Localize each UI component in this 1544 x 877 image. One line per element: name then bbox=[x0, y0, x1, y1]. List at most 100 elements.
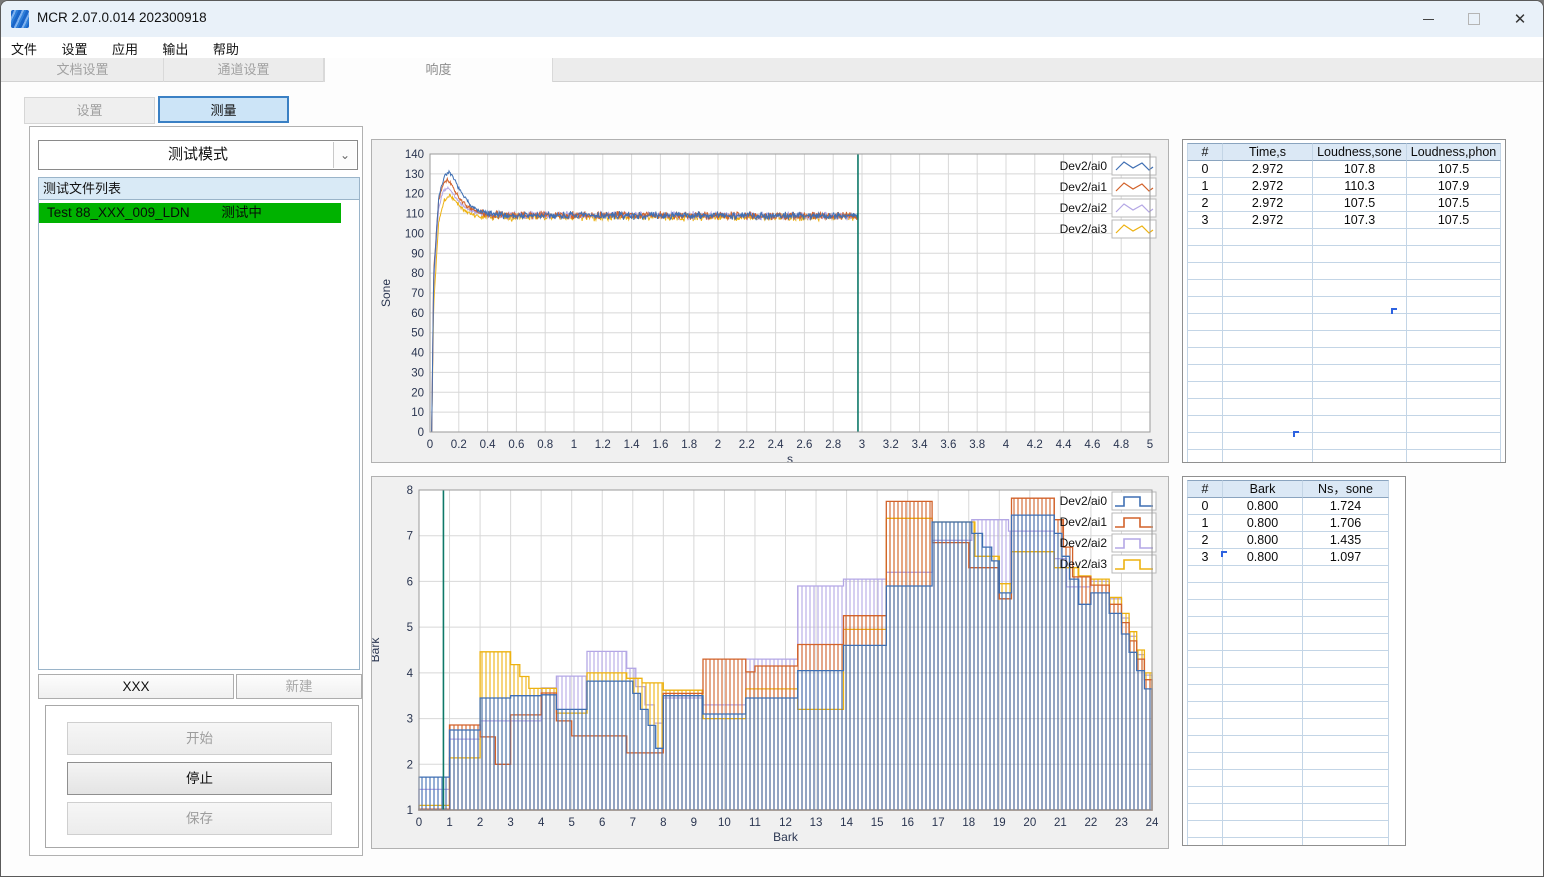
table-row-empty[interactable] bbox=[1187, 753, 1389, 770]
table-row-empty[interactable] bbox=[1187, 770, 1389, 787]
table-row[interactable]: 0 2.972 107.8 107.5 bbox=[1187, 161, 1501, 178]
menu-item-output[interactable]: 输出 bbox=[152, 37, 198, 60]
table-row-empty[interactable] bbox=[1187, 617, 1389, 634]
table-row-empty[interactable] bbox=[1187, 719, 1389, 736]
table-row-empty[interactable] bbox=[1187, 685, 1389, 702]
table-cell[interactable]: 0 bbox=[1187, 161, 1223, 178]
table-cell[interactable]: 107.5 bbox=[1407, 195, 1501, 212]
tab-channel-settings[interactable]: 通道设置 bbox=[164, 58, 324, 82]
table-cell[interactable]: 0.800 bbox=[1223, 515, 1303, 532]
table-row[interactable]: 3 0.800 1.097 bbox=[1187, 549, 1389, 566]
table-row[interactable]: 1 2.972 110.3 107.9 bbox=[1187, 178, 1501, 195]
table-cell[interactable]: 0 bbox=[1187, 498, 1223, 515]
table-cell[interactable]: 1.435 bbox=[1303, 532, 1389, 549]
table-row-empty[interactable] bbox=[1187, 382, 1501, 399]
table-cell[interactable]: 107.8 bbox=[1313, 161, 1407, 178]
menu-item-apply[interactable]: 应用 bbox=[102, 37, 148, 60]
table-row-empty[interactable] bbox=[1187, 246, 1501, 263]
table-cell[interactable]: 107.3 bbox=[1313, 212, 1407, 229]
table-row-empty[interactable] bbox=[1187, 229, 1501, 246]
close-button[interactable]: ✕ bbox=[1497, 1, 1543, 37]
table-row-empty[interactable] bbox=[1187, 668, 1389, 685]
table-row-empty[interactable] bbox=[1187, 416, 1501, 433]
table-cell[interactable]: 1.724 bbox=[1303, 498, 1389, 515]
table-row-empty[interactable] bbox=[1187, 263, 1501, 280]
table-cell[interactable]: 3 bbox=[1187, 549, 1223, 566]
table-row[interactable]: 2 0.800 1.435 bbox=[1187, 532, 1389, 549]
table-row-empty[interactable] bbox=[1187, 280, 1501, 297]
subtab-settings[interactable]: 设置 bbox=[24, 97, 155, 124]
svg-text:Dev2/ai1: Dev2/ai1 bbox=[1060, 515, 1108, 529]
loudness-time-chart[interactable]: 0 0.2 0.4 0.6 0.8 1 1.2 1.4 1.6 1.8 2 2.2 2.4 2.6 2.8 3… bbox=[372, 140, 1168, 466]
table-cell[interactable]: 107.5 bbox=[1313, 195, 1407, 212]
menu-item-help[interactable]: 帮助 bbox=[203, 37, 249, 60]
table-cell[interactable]: 0.800 bbox=[1223, 532, 1303, 549]
table-cell[interactable]: 1.097 bbox=[1303, 549, 1389, 566]
table-row-empty[interactable] bbox=[1187, 736, 1389, 753]
x-tick-label: 16 bbox=[901, 817, 914, 829]
specific-loudness-chart[interactable]: 0 1 2 3 4 5 6 7 8 9 10 11 12 13 14 15 16 17 18 19 20 21 22 23 24… bbox=[368, 477, 1168, 848]
table-row-empty[interactable] bbox=[1187, 433, 1501, 450]
table-row-empty[interactable] bbox=[1187, 314, 1501, 331]
bark-table[interactable]: # Bark Ns，sone 0 0.800 1.724 1 0.800 1.706 2 0.800… bbox=[1187, 480, 1389, 845]
table-row-empty[interactable] bbox=[1187, 634, 1389, 651]
table-cell[interactable]: 1 bbox=[1187, 178, 1223, 195]
table-row-empty[interactable] bbox=[1187, 566, 1389, 583]
table-row-empty[interactable] bbox=[1187, 348, 1501, 365]
table-cell[interactable]: 3 bbox=[1187, 212, 1223, 229]
table-row-empty[interactable] bbox=[1187, 838, 1389, 845]
table-cell[interactable]: 1.706 bbox=[1303, 515, 1389, 532]
table-cell[interactable]: 2.972 bbox=[1223, 178, 1313, 195]
table-row-empty[interactable] bbox=[1187, 804, 1389, 821]
stop-button[interactable]: 停止 bbox=[67, 762, 332, 795]
subtab-measure[interactable]: 测量 bbox=[158, 96, 289, 123]
table-cell[interactable]: 2 bbox=[1187, 195, 1223, 212]
table-row[interactable]: 3 2.972 107.3 107.5 bbox=[1187, 212, 1501, 229]
menu-item-settings[interactable]: 设置 bbox=[51, 37, 97, 60]
tab-loudness[interactable]: 响度 bbox=[324, 58, 553, 83]
start-button[interactable]: 开始 bbox=[67, 722, 332, 755]
loudness-table[interactable]: # Time,s Loudness,sone Loudness,phon 0 2.972 1… bbox=[1187, 143, 1501, 462]
table-cell[interactable]: 107.5 bbox=[1407, 212, 1501, 229]
xxx-button[interactable]: XXX bbox=[38, 674, 234, 699]
chevron-down-icon[interactable]: ⌄ bbox=[333, 142, 356, 168]
table-row-empty[interactable] bbox=[1187, 331, 1501, 348]
table-cell[interactable]: 2.972 bbox=[1223, 212, 1313, 229]
table-row[interactable]: 0 0.800 1.724 bbox=[1187, 498, 1389, 515]
table-row-empty[interactable] bbox=[1187, 399, 1501, 416]
table-row-empty[interactable] bbox=[1187, 821, 1389, 838]
table-row-empty[interactable] bbox=[1187, 600, 1389, 617]
x-tick-label: 1.8 bbox=[681, 439, 697, 451]
test-file-list[interactable]: 测试文件列表 Test 88_XXX_009_LDN 测试中 bbox=[38, 177, 360, 670]
table-row[interactable]: 1 0.800 1.706 bbox=[1187, 515, 1389, 532]
table-row-empty[interactable] bbox=[1187, 702, 1389, 719]
table-cell[interactable]: 110.3 bbox=[1313, 178, 1407, 195]
table-row-empty[interactable] bbox=[1187, 297, 1501, 314]
table-cell[interactable]: 2.972 bbox=[1223, 195, 1313, 212]
minimize-button[interactable] bbox=[1405, 1, 1451, 37]
save-button[interactable]: 保存 bbox=[67, 802, 332, 835]
table-cell[interactable]: 0.800 bbox=[1223, 498, 1303, 515]
table-row[interactable]: 2 2.972 107.5 107.5 bbox=[1187, 195, 1501, 212]
table-cell[interactable]: 0.800 bbox=[1223, 549, 1303, 566]
table-row-empty[interactable] bbox=[1187, 583, 1389, 600]
maximize-button[interactable] bbox=[1451, 1, 1497, 37]
table-row-empty[interactable] bbox=[1187, 787, 1389, 804]
x-tick-label: 0.6 bbox=[508, 439, 524, 451]
tab-doc-settings[interactable]: 文档设置 bbox=[2, 58, 164, 82]
table-row-empty[interactable] bbox=[1187, 365, 1501, 382]
table-cell[interactable]: 1 bbox=[1187, 515, 1223, 532]
test-mode-select[interactable]: 测试模式 ⌄ bbox=[38, 140, 358, 170]
table-cell[interactable]: 2 bbox=[1187, 532, 1223, 549]
table-cell[interactable]: 107.9 bbox=[1407, 178, 1501, 195]
x-tick-label: 6 bbox=[599, 817, 605, 829]
list-item[interactable]: Test 88_XXX_009_LDN 测试中 bbox=[39, 203, 341, 223]
table-cell[interactable]: 107.5 bbox=[1407, 161, 1501, 178]
table-row-empty[interactable] bbox=[1187, 651, 1389, 668]
x-tick-label: 4.2 bbox=[1027, 439, 1043, 451]
new-button[interactable]: 新建 bbox=[236, 674, 362, 699]
table-row-empty[interactable] bbox=[1187, 450, 1501, 462]
table-cell[interactable]: 2.972 bbox=[1223, 161, 1313, 178]
menu-item-file[interactable]: 文件 bbox=[1, 37, 47, 60]
x-tick-label: 4.6 bbox=[1084, 439, 1100, 451]
